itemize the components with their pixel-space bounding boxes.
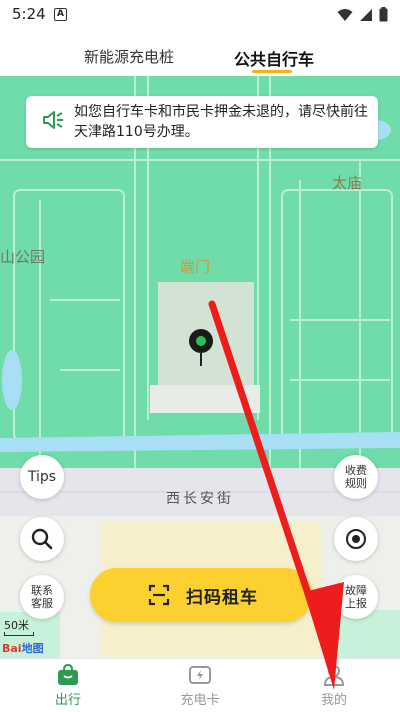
scan-rent-label: 扫码租车 bbox=[186, 588, 258, 608]
tab-active-indicator bbox=[252, 70, 292, 73]
bag-icon bbox=[58, 663, 78, 685]
tips-button[interactable]: Tips bbox=[20, 455, 64, 499]
search-button[interactable] bbox=[20, 517, 64, 561]
status-icons bbox=[337, 7, 388, 22]
fault-report-button[interactable]: 故障 上报 bbox=[334, 575, 378, 619]
location-pin-icon bbox=[189, 329, 213, 366]
top-tabs: 新能源充电桩 公共自行车 bbox=[0, 30, 400, 76]
nav-item-mine[interactable]: 我的 bbox=[284, 659, 384, 712]
baidu-logo-blue: 地图 bbox=[21, 642, 44, 655]
tab-public-bike[interactable]: 公共自行车 bbox=[234, 46, 314, 70]
bottom-nav: 出行 充电卡 我的 bbox=[0, 658, 400, 712]
scan-rent-button[interactable]: 扫码租车 bbox=[90, 568, 312, 622]
nav-label-charge-card: 充电卡 bbox=[180, 693, 220, 708]
notice-text: 如您自行车卡和市民卡押金未退的，请尽快前往天津路110号办理。 bbox=[74, 104, 368, 140]
locate-button[interactable] bbox=[334, 517, 378, 561]
fee-rules-label-1: 收费 bbox=[345, 464, 367, 477]
locate-icon bbox=[346, 529, 366, 549]
nav-item-travel[interactable]: 出行 bbox=[18, 659, 118, 712]
nav-label-mine: 我的 bbox=[320, 693, 347, 708]
search-icon bbox=[31, 528, 53, 550]
fault-report-label-2: 上报 bbox=[345, 597, 367, 610]
status-bar: 5:24 A bbox=[0, 0, 400, 30]
fee-rules-button[interactable]: 收费 规则 bbox=[334, 455, 378, 499]
nav-label-travel: 出行 bbox=[54, 693, 81, 708]
map-label-duanmen: 端门 bbox=[180, 258, 211, 276]
contact-service-button[interactable]: 联系 客服 bbox=[20, 575, 64, 619]
map-label-street: 西长安街 bbox=[166, 491, 234, 507]
fee-rules-label-2: 规则 bbox=[345, 477, 367, 490]
signal-icon bbox=[360, 8, 372, 21]
contact-service-label-2: 客服 bbox=[31, 597, 53, 610]
map-label-taimiao: 太庙 bbox=[332, 174, 363, 192]
notification-icon: A bbox=[54, 8, 67, 21]
map-scale-label: 50米 bbox=[4, 619, 29, 632]
wifi-icon bbox=[337, 8, 353, 21]
tab-charging-pile[interactable]: 新能源充电桩 bbox=[84, 46, 174, 67]
tips-label: Tips bbox=[27, 468, 57, 485]
status-time: 5:24 bbox=[12, 5, 46, 23]
battery-icon bbox=[379, 7, 388, 22]
map-scale-bar bbox=[4, 632, 34, 636]
scan-icon bbox=[148, 584, 170, 606]
nav-item-charge-card[interactable]: 充电卡 bbox=[150, 659, 250, 712]
fault-report-label-1: 故障 bbox=[345, 584, 367, 597]
speaker-icon bbox=[43, 111, 63, 129]
charge-card-icon bbox=[189, 666, 211, 684]
baidu-logo-red: Bai bbox=[2, 642, 22, 655]
contact-service-label-1: 联系 bbox=[31, 584, 53, 597]
baidu-map-logo: Bai地图 bbox=[2, 640, 44, 656]
map-label-park: 山公园 bbox=[0, 248, 46, 266]
user-icon bbox=[323, 665, 345, 686]
deposit-notice: 如您自行车卡和市民卡押金未退的，请尽快前往天津路110号办理。 bbox=[26, 96, 378, 148]
